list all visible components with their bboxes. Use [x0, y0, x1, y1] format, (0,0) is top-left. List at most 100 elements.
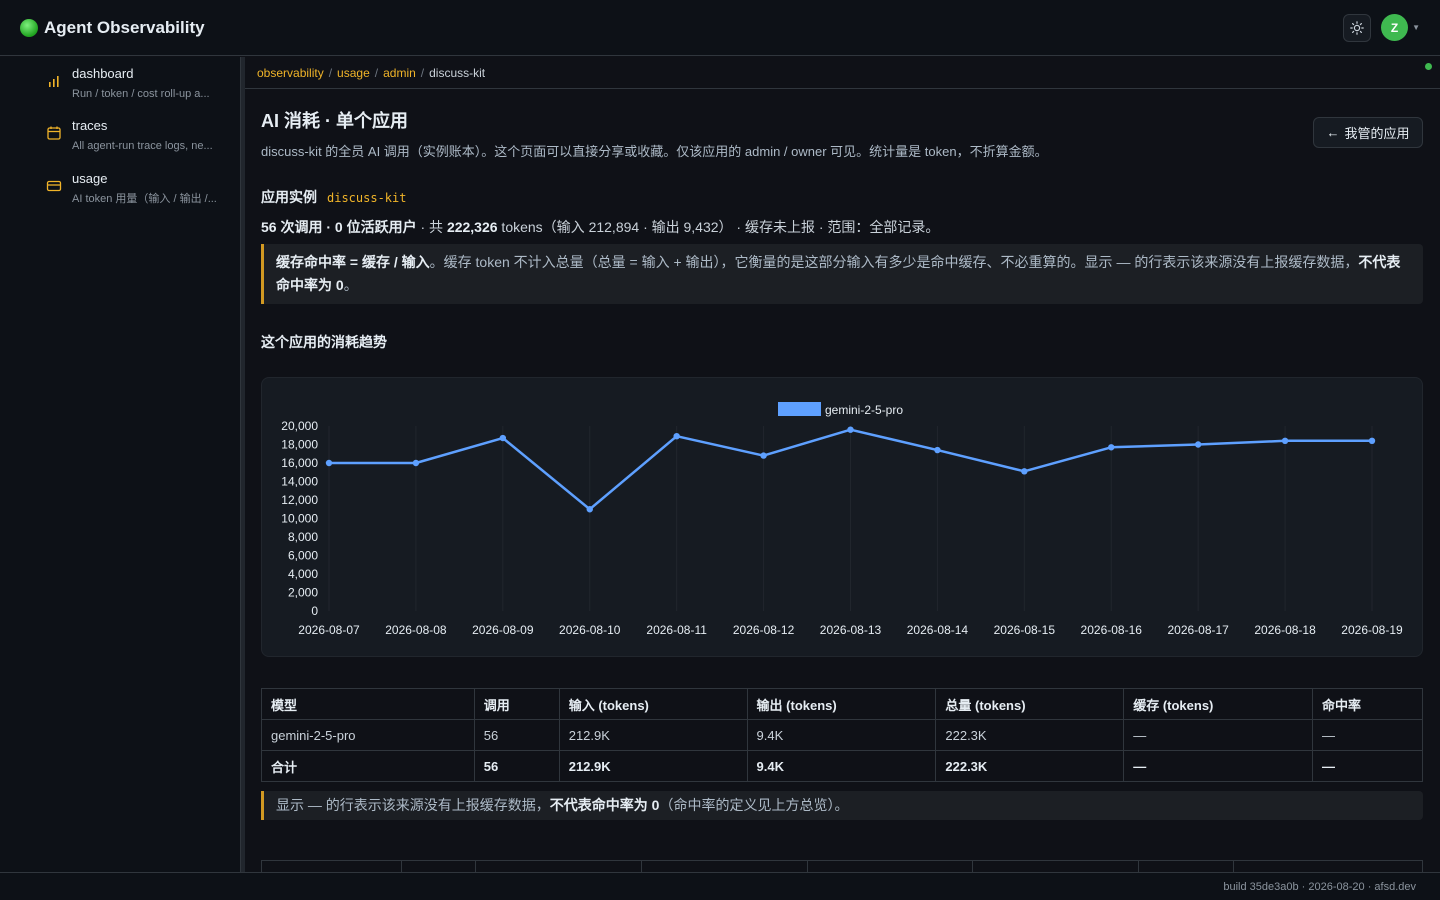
sidebar-item-dashboard[interactable]: dashboard Run / token / cost roll-up a..… — [46, 65, 224, 102]
x-tick-label: 2026-08-15 — [994, 623, 1056, 637]
column-header[interactable]: 模型 — [261, 688, 475, 720]
trend-section-title: 这个应用的消耗趋势 — [261, 334, 387, 350]
y-tick-label: 0 — [311, 604, 318, 618]
table-cell: 9.4K — [746, 719, 937, 751]
line-chart: 0 2,000 4,000 6,000 8,000 10,000 12,000 14,000 1… — [281, 402, 1403, 637]
data-point — [412, 459, 420, 467]
breadcrumb-separator: / — [328, 65, 333, 80]
data-point — [934, 446, 941, 454]
table-row: gemini-2-5-pro 56 212.9K 9.4K 222.3K — — — [261, 719, 1423, 751]
status-indicator — [1425, 63, 1432, 70]
table-cell: — — [1312, 719, 1423, 751]
table-cell: 56 — [473, 750, 560, 782]
sun-icon — [1350, 20, 1364, 35]
source-usage-table — [261, 860, 1423, 872]
cache-hit-rate-note: 缓存命中率 = 缓存 / 输入。缓存 token 不计入总量（总量 = 输入 +… — [261, 244, 1423, 304]
app-logo-icon — [20, 18, 38, 37]
build-info: build 35de3a0b · 2026-08-20 · afsd.dev — [1223, 880, 1416, 893]
data-point — [1368, 437, 1376, 444]
model-usage-table: 模型 调用 输入 (tokens) 输出 (tokens) 总量 (tokens… — [261, 688, 1423, 782]
breadcrumb-link-usage[interactable]: usage — [337, 66, 370, 80]
summary-calls: 56 次调用 · 0 位活跃用户 — [261, 219, 417, 235]
y-tick-label: 10,000 — [281, 512, 318, 526]
table-cell: — — [1123, 719, 1314, 751]
column-header[interactable]: 命中率 — [1312, 688, 1423, 720]
sidebar: dashboard Run / token / cost roll-up a..… — [0, 57, 240, 872]
y-tick-label: 14,000 — [281, 475, 318, 489]
table-cell: 合计 — [261, 750, 475, 782]
table-cell: 222.3K — [935, 750, 1125, 782]
column-header[interactable]: 调用 — [473, 688, 560, 720]
card-icon — [46, 180, 62, 192]
user-avatar[interactable]: Z — [1381, 14, 1409, 41]
data-point — [1281, 437, 1289, 444]
instance-code: discuss-kit — [327, 191, 407, 205]
data-point — [586, 506, 593, 513]
callout-text: 显示 — 的行表示该来源没有上报缓存数据， — [276, 797, 550, 813]
sidebar-item-subtitle: Run / token / cost roll-up a... — [72, 88, 210, 100]
data-point — [1021, 468, 1028, 475]
column-header[interactable]: 输入 (tokens) — [558, 688, 748, 720]
data-point — [760, 452, 767, 459]
data-point — [325, 459, 333, 467]
x-tick-label: 2026-08-17 — [1167, 623, 1229, 637]
usage-trend-chart: 0 2,000 4,000 6,000 8,000 10,000 12,000 14,000 1… — [261, 377, 1423, 657]
arrow-left-icon: ← — [1326, 125, 1340, 140]
usage-summary: 56 次调用 · 0 位活跃用户 · 共 222,326 tokens（输入 2… — [261, 217, 939, 237]
breadcrumb-current: discuss-kit — [429, 65, 486, 80]
secondary-table-partial — [261, 860, 1423, 872]
sidebar-item-traces[interactable]: traces All agent-run trace logs, ne... — [46, 117, 224, 154]
chevron-down-icon[interactable]: ▼ — [1412, 23, 1420, 32]
x-tick-label: 2026-08-10 — [559, 623, 621, 637]
breadcrumb-link-admin[interactable]: admin — [383, 66, 416, 80]
sidebar-item-subtitle: AI token 用量（输入 / 输出 /... — [72, 193, 217, 205]
x-tick-label: 2026-08-11 — [646, 623, 707, 637]
legend-label: gemini-2-5-pro — [825, 403, 903, 417]
y-tick-label: 2,000 — [288, 586, 318, 600]
x-tick-label: 2026-08-08 — [385, 623, 447, 637]
sidebar-resize-handle[interactable] — [240, 57, 245, 872]
column-header[interactable]: 缓存 (tokens) — [1123, 688, 1314, 720]
page-title: AI 消耗 · 单个应用 — [261, 111, 408, 131]
y-tick-label: 8,000 — [288, 530, 318, 544]
calendar-icon — [47, 126, 61, 140]
instance-label: 应用实例 — [261, 189, 317, 205]
callout-end: 。 — [343, 277, 358, 293]
data-point — [673, 432, 680, 440]
sidebar-item-title: dashboard — [72, 66, 134, 81]
table-header-row: 模型 调用 输入 (tokens) 输出 (tokens) 总量 (tokens… — [261, 688, 1423, 720]
table-total-row: 合计 56 212.9K 9.4K 222.3K — — — [261, 750, 1423, 782]
breadcrumb-link-observability[interactable]: observability — [257, 66, 324, 80]
y-tick-label: 12,000 — [281, 493, 318, 507]
callout-text: 。缓存 token 不计入总量（总量 = 输入 + 输出），它衡量的是这部分输入… — [429, 254, 1359, 270]
y-tick-label: 20,000 — [281, 419, 318, 433]
column-header[interactable]: 总量 (tokens) — [935, 688, 1125, 720]
table-cell: — — [1123, 750, 1314, 782]
table-cell: 212.9K — [558, 719, 748, 751]
back-button-label: 我管的应用 — [1344, 126, 1410, 141]
x-tick-label: 2026-08-14 — [907, 623, 969, 637]
x-tick-label: 2026-08-07 — [298, 623, 360, 637]
table-cell: 9.4K — [746, 750, 937, 782]
breadcrumb: observability / usage / admin / discuss-… — [245, 57, 1440, 89]
summary-tokens: 222,326 — [446, 219, 498, 235]
back-to-my-apps-button[interactable]: ← 我管的应用 — [1313, 117, 1423, 148]
breadcrumb-separator: / — [420, 65, 425, 80]
summary-mid: · 共 — [416, 219, 447, 235]
x-tick-label: 2026-08-09 — [472, 623, 534, 637]
missing-cache-note: 显示 — 的行表示该来源没有上报缓存数据，不代表命中率为 0（命中率的定义见上方… — [261, 791, 1423, 820]
theme-toggle-button[interactable] — [1343, 13, 1372, 42]
x-tick-label: 2026-08-16 — [1081, 623, 1143, 637]
summary-rest: tokens（输入 212,894 · 输出 9,432） · 缓存未上报 · … — [497, 219, 940, 235]
data-point — [1108, 444, 1115, 451]
data-point — [847, 426, 854, 433]
table-cell: — — [1312, 750, 1423, 782]
callout-bold: 缓存命中率 = 缓存 / 输入 — [276, 254, 430, 270]
sidebar-item-usage[interactable]: usage AI token 用量（输入 / 输出 /... — [46, 170, 224, 207]
sidebar-item-subtitle: All agent-run trace logs, ne... — [72, 140, 213, 152]
y-tick-label: 6,000 — [288, 549, 318, 563]
app-title[interactable]: Agent Observability — [44, 18, 205, 38]
column-header[interactable]: 输出 (tokens) — [746, 688, 937, 720]
y-tick-label: 16,000 — [281, 456, 318, 470]
sidebar-item-title: usage — [72, 171, 108, 186]
